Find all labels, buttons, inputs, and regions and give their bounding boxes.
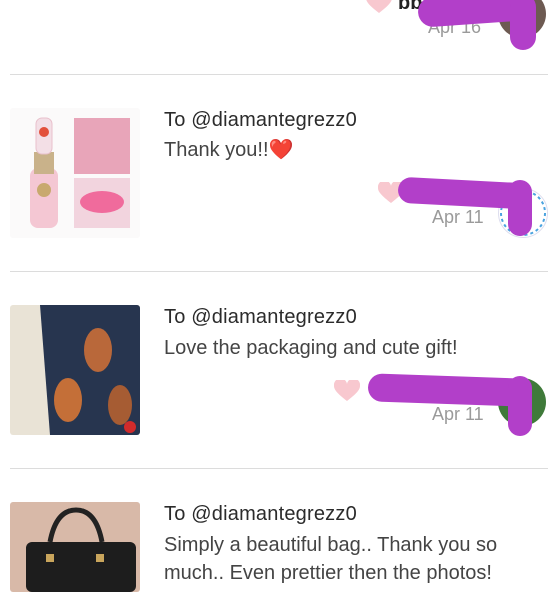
recipient-handle[interactable]: To @diamantegrezz0 (164, 109, 357, 132)
product-thumbnail[interactable] (10, 305, 140, 435)
redaction-mark (508, 180, 532, 236)
bag-image (10, 502, 140, 592)
lipstick-image (10, 108, 140, 238)
redaction-mark (510, 0, 536, 50)
heart-icon[interactable] (366, 0, 392, 14)
divider (10, 74, 548, 75)
review-message: Thank you!!❤️ (164, 139, 294, 161)
divider (10, 271, 548, 272)
review-date: Apr 11 (432, 207, 484, 227)
review-message-line-2: much.. Even prettier then the photos! (164, 562, 492, 584)
fabric-image (10, 305, 140, 435)
review-message-line-1: Simply a beautiful bag.. Thank you so (164, 534, 498, 556)
recipient-handle[interactable]: To @diamantegrezz0 (164, 306, 357, 329)
redaction-mark (508, 376, 532, 436)
product-thumbnail[interactable] (10, 108, 140, 238)
divider (10, 468, 548, 469)
recipient-handle[interactable]: To @diamantegrezz0 (164, 503, 357, 526)
product-thumbnail[interactable] (10, 502, 140, 592)
redaction-mark (367, 373, 527, 407)
review-date: Apr 11 (432, 404, 484, 424)
heart-icon[interactable] (334, 380, 360, 402)
review-message: Love the packaging and cute gift! (164, 337, 458, 359)
